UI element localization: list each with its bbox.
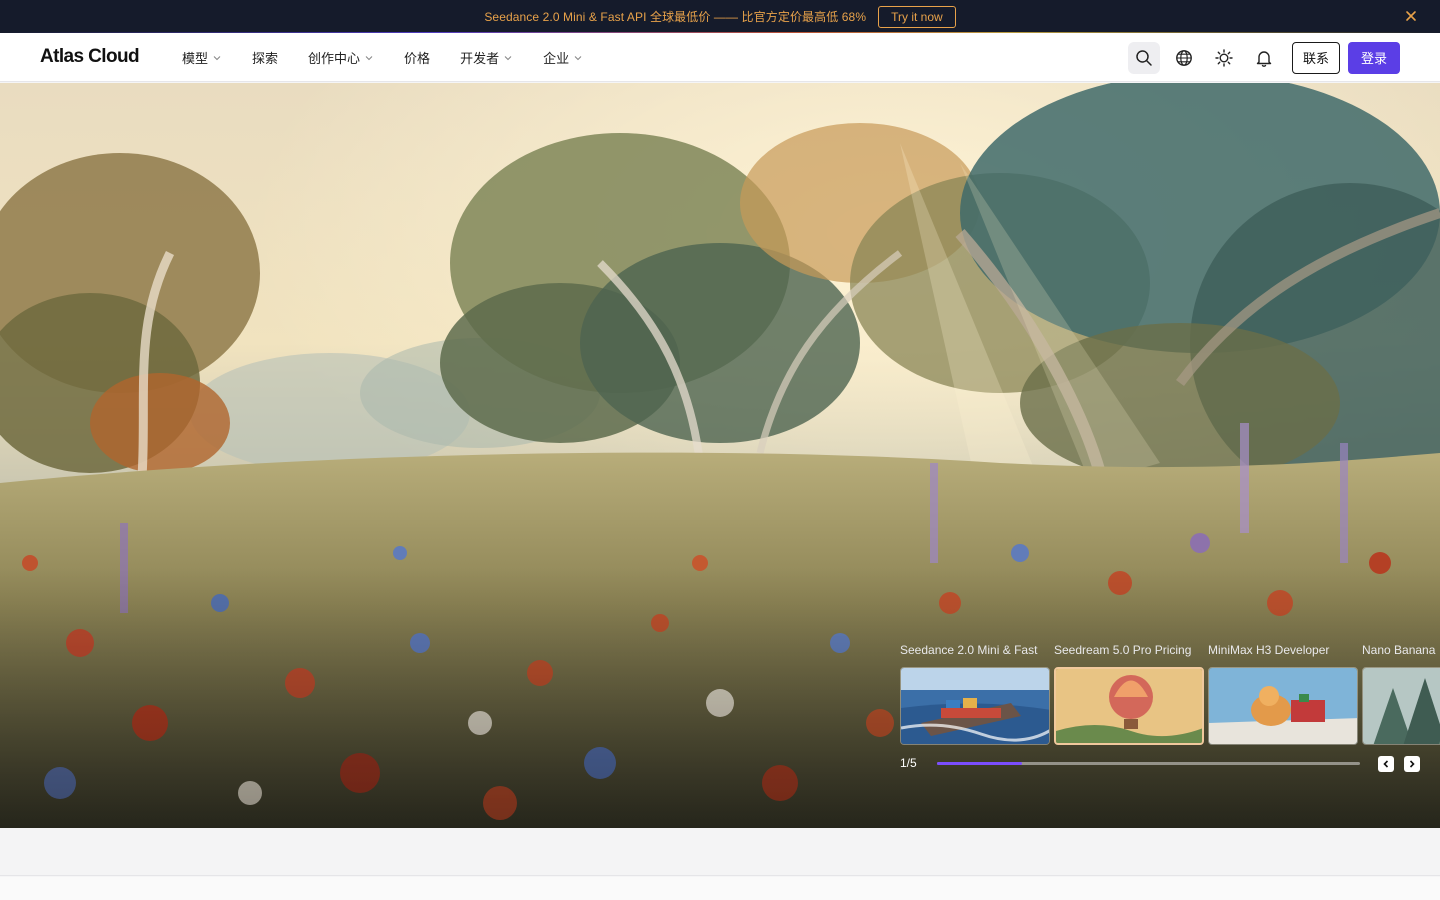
menu-item-creation-center[interactable]: 创作中心 xyxy=(308,48,374,67)
login-button[interactable]: 登录 xyxy=(1347,41,1400,74)
chevron-down-icon xyxy=(213,55,221,60)
globe-icon xyxy=(1176,49,1192,66)
carousel-prev-button[interactable] xyxy=(1378,756,1394,772)
menu-item-enterprise[interactable]: 企业 xyxy=(543,48,583,67)
carousel-progress-track xyxy=(937,762,1360,765)
slide-thumbnail xyxy=(1362,667,1440,745)
contact-button[interactable]: 联系 xyxy=(1291,41,1340,74)
search-button[interactable] xyxy=(1127,41,1160,74)
carousel-slide[interactable]: Seedream 5.0 Pro Pricing xyxy=(1054,641,1204,745)
main-menu: 模型 探索 创作中心 价格 开发者 企业 xyxy=(182,33,613,82)
menu-item-models[interactable]: 模型 xyxy=(182,48,222,67)
announcement-bar: Seedance 2.0 Mini & Fast API 全球最低价 —— 比官… xyxy=(0,0,1440,33)
try-it-now-button[interactable]: Try it now xyxy=(878,5,956,28)
close-icon[interactable] xyxy=(1404,9,1418,23)
slide-label: Seedance 2.0 Mini & Fast xyxy=(900,643,1038,657)
page-bottom xyxy=(0,877,1440,900)
menu-item-developers[interactable]: 开发者 xyxy=(460,48,513,67)
carousel-next-button[interactable] xyxy=(1404,756,1420,772)
slide-label: Seedream 5.0 Pro Pricing xyxy=(1054,643,1192,657)
section-divider xyxy=(0,828,1440,876)
atlas-cloud-logo[interactable]: Atlas Cloud xyxy=(40,46,140,68)
menu-item-label: 企业 xyxy=(543,51,570,66)
menu-item-explore[interactable]: 探索 xyxy=(252,48,278,67)
carousel-progress-fill xyxy=(937,762,1022,765)
chevron-down-icon xyxy=(365,55,373,60)
menu-item-label: 开发者 xyxy=(460,51,500,66)
carousel-counter: 1/5 xyxy=(900,756,917,770)
carousel-slide[interactable]: Nano Banana xyxy=(1362,641,1440,745)
menu-item-pricing[interactable]: 价格 xyxy=(404,48,430,67)
search-icon xyxy=(1136,49,1152,66)
slide-thumbnail xyxy=(1208,667,1358,745)
nav-tools: 联系 登录 xyxy=(1120,33,1400,82)
menu-item-label: 模型 xyxy=(182,51,209,66)
chevron-down-icon xyxy=(504,55,512,60)
menu-item-label: 创作中心 xyxy=(308,51,361,66)
hero-carousel: Seedance 2.0 Mini & Fast Seedream 5.0 Pr… xyxy=(900,641,1440,781)
chevron-down-icon xyxy=(574,55,582,60)
carousel-slide[interactable]: Seedance 2.0 Mini & Fast xyxy=(900,641,1050,745)
slide-thumbnail xyxy=(1054,667,1204,745)
notifications-button[interactable] xyxy=(1248,42,1280,74)
slide-thumbnail xyxy=(900,667,1050,745)
chevron-left-icon xyxy=(1383,760,1389,768)
menu-item-label: 探索 xyxy=(252,51,279,66)
chevron-right-icon xyxy=(1409,760,1415,768)
top-navigation: Atlas Cloud 模型 探索 创作中心 价格 开发者 企业 联系 登录 xyxy=(0,33,1440,82)
sun-icon xyxy=(1215,48,1233,67)
bell-icon xyxy=(1256,50,1272,67)
carousel-slide[interactable]: MiniMax H3 Developer xyxy=(1208,641,1358,745)
announcement-text: Seedance 2.0 Mini & Fast API 全球最低价 —— 比官… xyxy=(484,10,867,24)
theme-toggle-button[interactable] xyxy=(1208,42,1240,74)
language-button[interactable] xyxy=(1168,42,1200,74)
slide-label: MiniMax H3 Developer xyxy=(1208,643,1330,657)
slide-label: Nano Banana xyxy=(1362,643,1436,657)
menu-item-label: 价格 xyxy=(404,51,431,66)
